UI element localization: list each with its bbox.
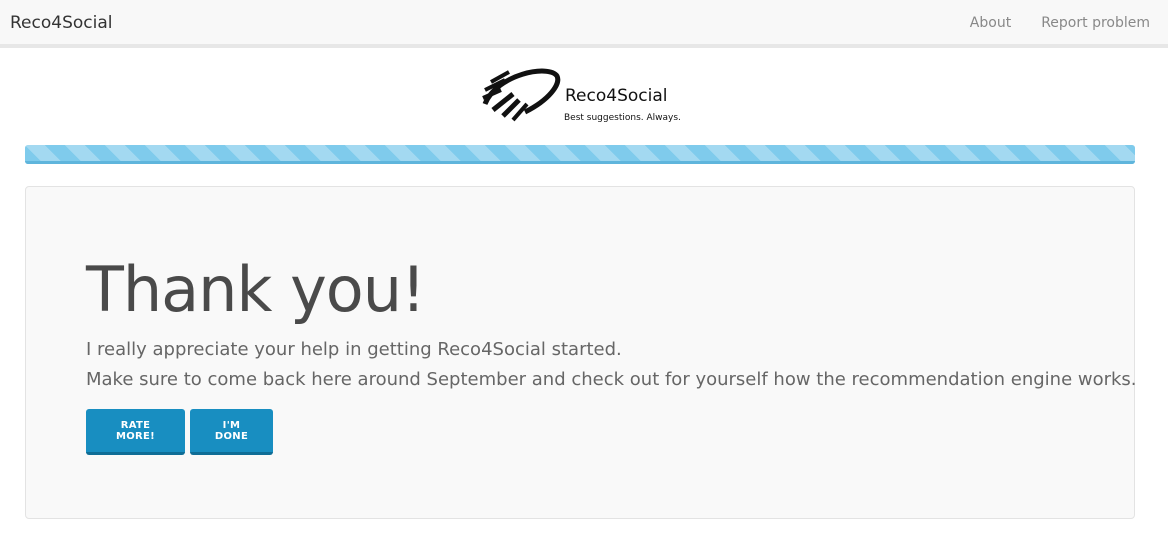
nav-links: About Report problem [970, 15, 1150, 31]
swoosh-logo-icon [482, 68, 561, 122]
appreciation-text: I really appreciate your help in getting… [86, 339, 622, 360]
about-link[interactable]: About [970, 15, 1011, 31]
brand-link[interactable]: Reco4Social [10, 13, 112, 33]
report-problem-link[interactable]: Report problem [1041, 15, 1150, 31]
page-title: Thank you! [86, 253, 426, 326]
logo: Reco4Social Best suggestions. Always. [479, 64, 689, 126]
progress-fill [25, 145, 1135, 164]
top-navbar: Reco4Social About Report problem [0, 0, 1168, 48]
come-back-text: Make sure to come back here around Septe… [86, 369, 1137, 390]
thank-you-panel: Thank you! I really appreciate your help… [25, 186, 1137, 519]
logo-title: Reco4Social [565, 86, 668, 106]
progress-bar [25, 145, 1135, 164]
logo-tagline: Best suggestions. Always. [564, 113, 681, 123]
done-button[interactable]: I'M DONE [190, 409, 273, 455]
rate-more-button[interactable]: RATE MORE! [86, 409, 185, 455]
